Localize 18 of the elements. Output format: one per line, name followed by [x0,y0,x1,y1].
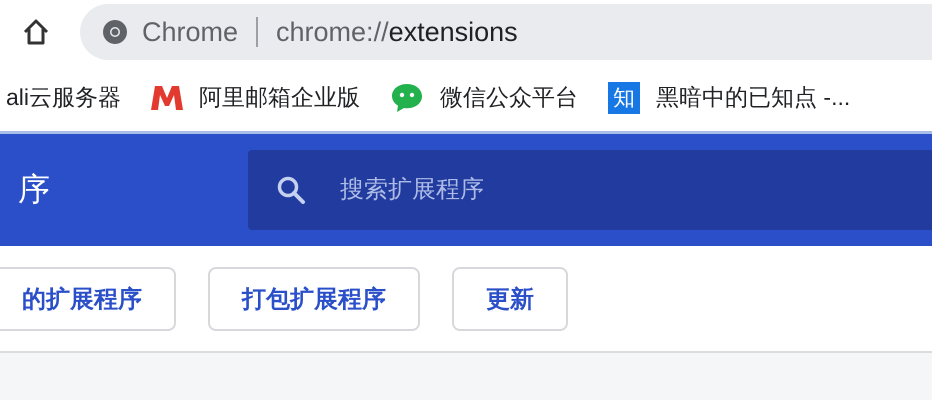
site-label: Chrome [142,16,238,48]
chrome-logo-icon [102,19,128,45]
address-bar[interactable]: Chrome chrome://extensions [80,4,932,60]
action-button[interactable]: 的扩展程序 [0,266,176,330]
bookmark-link[interactable]: 黑暗中的已知点 -... [656,82,850,113]
action-button[interactable]: 更新 [452,266,568,330]
search-icon [276,175,306,205]
bookmark-link[interactable]: 微信公众平台 [440,82,578,113]
page-title: 序 [17,170,51,209]
search-field[interactable]: 搜索扩展程序 [248,150,932,230]
action-button[interactable]: 打包扩展程序 [208,266,420,330]
m-logo-icon [151,86,184,110]
zhi-logo-icon: 知 [608,82,640,114]
chat-bubble-icon [390,82,424,114]
bookmark-link[interactable]: ali云服务器 [6,82,122,113]
bookmark-link[interactable]: 阿里邮箱企业版 [199,82,360,113]
home-icon[interactable] [22,18,50,46]
url-text: chrome://extensions [276,16,518,48]
